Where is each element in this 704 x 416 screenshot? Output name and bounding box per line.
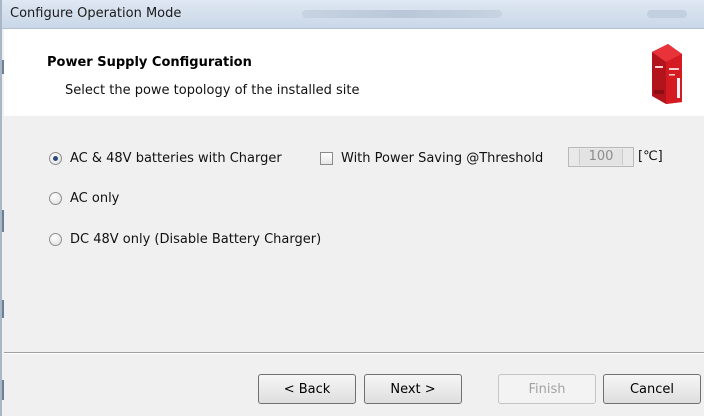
edge-artifact	[2, 300, 4, 318]
finish-button[interactable]: Finish	[498, 374, 596, 404]
power-saving-label: With Power Saving @Threshold	[341, 151, 544, 166]
title-bar[interactable]: Configure Operation Mode	[2, 0, 704, 29]
blurred-title-info-right	[647, 10, 687, 18]
option-ac-48v-batteries-label: AC & 48V batteries with Charger	[70, 151, 282, 166]
header-separator	[4, 115, 704, 116]
wizard-header	[4, 29, 704, 116]
radio-dc-48v-only[interactable]	[49, 233, 62, 246]
option-dc-48v-only-label: DC 48V only (Disable Battery Charger)	[70, 232, 322, 247]
radio-ac-only[interactable]	[49, 192, 62, 205]
power-saving-checkbox[interactable]	[320, 152, 333, 165]
option-ac-only[interactable]: AC only	[49, 191, 119, 206]
page-subtitle: Select the powe topology of the installe…	[65, 83, 360, 98]
blurred-title-info	[302, 10, 502, 18]
edge-artifact	[2, 380, 4, 400]
radio-ac-48v-batteries[interactable]	[49, 152, 62, 165]
cancel-button[interactable]: Cancel	[603, 374, 701, 404]
threshold-unit: [℃]	[638, 149, 663, 164]
edge-artifact	[2, 60, 4, 74]
power-device-icon	[652, 44, 682, 104]
option-ac-only-label: AC only	[70, 191, 120, 206]
next-button[interactable]: Next >	[364, 374, 462, 404]
power-saving-checkbox-row[interactable]: With Power Saving @Threshold	[320, 151, 543, 166]
option-ac-48v-batteries[interactable]: AC & 48V batteries with Charger	[49, 151, 282, 166]
option-dc-48v-only[interactable]: DC 48V only (Disable Battery Charger)	[49, 232, 321, 247]
edge-artifact	[2, 210, 4, 232]
page-title: Power Supply Configuration	[47, 55, 252, 70]
back-button[interactable]: < Back	[258, 374, 356, 404]
window-title: Configure Operation Mode	[10, 6, 182, 21]
threshold-spinner[interactable]: 100	[568, 147, 634, 167]
footer-separator-highlight	[4, 353, 704, 354]
configure-operation-mode-dialog: Configure Operation Mode Power Supply Co…	[0, 0, 704, 416]
threshold-input[interactable]: 100	[579, 149, 623, 165]
